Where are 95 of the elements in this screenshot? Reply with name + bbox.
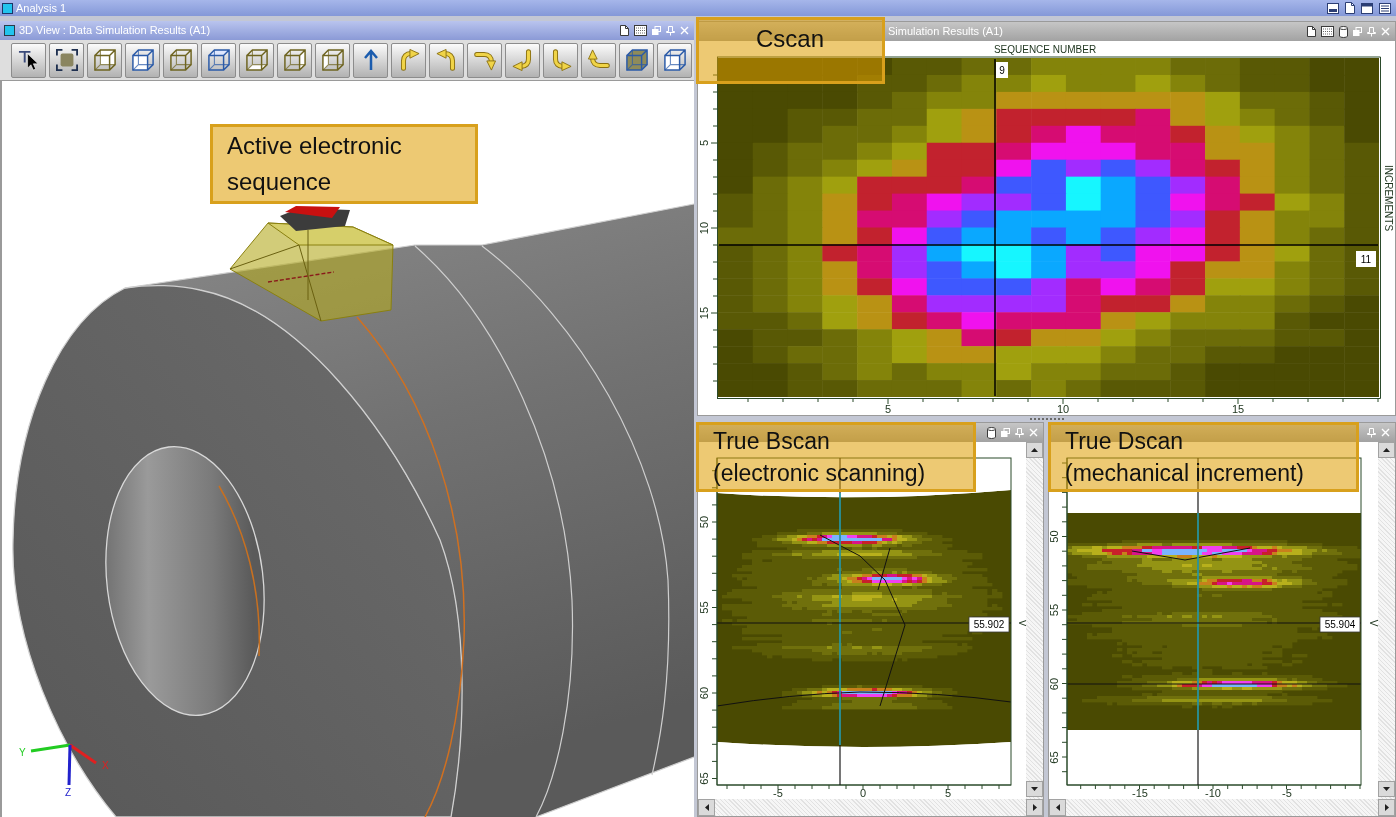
up-arrow-icon bbox=[362, 49, 379, 71]
scroll-down-button[interactable] bbox=[1026, 781, 1043, 797]
database-icon[interactable] bbox=[987, 426, 996, 439]
left-arrow-icon bbox=[704, 804, 709, 811]
annotation-callout: True Bscan (electronic scanning) bbox=[696, 422, 976, 492]
horizontal-scrollbar[interactable] bbox=[698, 799, 1043, 816]
document-icon[interactable] bbox=[620, 25, 629, 36]
cursor-value: 55.904 bbox=[1319, 616, 1361, 633]
cursor-line[interactable] bbox=[1197, 457, 1199, 786]
axis-label: Y bbox=[19, 747, 26, 758]
down-arrow-icon bbox=[1383, 787, 1390, 791]
document-icon[interactable] bbox=[1307, 26, 1316, 37]
cursor-value: 11 bbox=[1356, 251, 1376, 267]
tick-label: 50 bbox=[1049, 530, 1060, 543]
cube-icon bbox=[131, 49, 154, 71]
panel-icon bbox=[4, 25, 15, 36]
keyboard-icon[interactable] bbox=[1321, 26, 1334, 37]
axis-title: V bbox=[1368, 619, 1378, 627]
cube-icon bbox=[207, 49, 230, 71]
tick-label: 65 bbox=[698, 772, 710, 785]
app-title: Analysis 1 bbox=[16, 1, 67, 15]
left-arrow-icon bbox=[1055, 804, 1060, 811]
axis-label: X bbox=[102, 760, 109, 771]
tick-label: 55 bbox=[1049, 603, 1060, 617]
curved-arrow-icon bbox=[511, 49, 534, 71]
right-arrow-icon bbox=[1384, 804, 1389, 811]
keyboard-icon[interactable] bbox=[634, 25, 647, 36]
tick-label: 10 bbox=[698, 221, 710, 235]
tick-label: -15 bbox=[1132, 787, 1148, 799]
curved-arrow-icon bbox=[435, 49, 458, 71]
tick-label: -5 bbox=[773, 787, 783, 799]
tick-label: -5 bbox=[1282, 787, 1292, 799]
cube-icon bbox=[93, 49, 116, 71]
curved-arrow-icon bbox=[587, 49, 610, 71]
scroll-up-button[interactable] bbox=[1026, 442, 1043, 458]
toolbar-button[interactable] bbox=[49, 42, 84, 78]
axis-title: SEQUENCE NUMBER bbox=[993, 44, 1097, 55]
right-arrow-icon bbox=[1032, 804, 1037, 811]
tick-label: 55 bbox=[698, 601, 710, 614]
document-icon[interactable] bbox=[1345, 2, 1355, 14]
scroll-right-button[interactable] bbox=[1378, 799, 1395, 816]
annotation-callout: Active electronic sequence bbox=[210, 124, 478, 204]
app-icon bbox=[2, 2, 13, 14]
cube-icon bbox=[663, 49, 686, 71]
tick-label: 15 bbox=[1231, 403, 1245, 415]
toolbar-button[interactable] bbox=[201, 42, 236, 78]
cube-icon bbox=[321, 49, 344, 71]
tick-label: 50 bbox=[698, 515, 710, 529]
cube-icon bbox=[245, 49, 268, 71]
tick-label: 15 bbox=[698, 306, 710, 320]
tick-label: -10 bbox=[1205, 787, 1221, 799]
panel-title: Simulation Results (A1) bbox=[888, 25, 1003, 38]
tick-label: 60 bbox=[698, 686, 710, 700]
up-arrow-icon bbox=[1383, 448, 1390, 452]
scroll-right-button[interactable] bbox=[1026, 799, 1043, 816]
down-arrow-icon bbox=[1031, 787, 1038, 791]
scroll-left-button[interactable] bbox=[1049, 799, 1066, 816]
tick-label: 5 bbox=[884, 403, 892, 415]
annotation-callout: True Dscan (mechanical increment) bbox=[1048, 422, 1359, 492]
axis-label: Z bbox=[65, 787, 72, 798]
tick-label: 60 bbox=[1049, 677, 1060, 691]
panel-title: 3D View : Data Simulation Results (A1) bbox=[19, 24, 211, 37]
tick-label: 5 bbox=[944, 787, 952, 799]
cursor-value: 55.902 bbox=[968, 616, 1010, 633]
splitter-handle[interactable] bbox=[1029, 418, 1064, 420]
scroll-left-button[interactable] bbox=[698, 799, 715, 816]
cube-icon bbox=[625, 49, 648, 71]
toolbar-button[interactable] bbox=[657, 42, 692, 78]
toolbar-button[interactable] bbox=[619, 42, 654, 78]
toolbar-button[interactable] bbox=[125, 42, 160, 78]
cursor-value: 9 bbox=[996, 62, 1008, 78]
tick-label: 5 bbox=[698, 139, 710, 147]
database-icon[interactable] bbox=[1339, 25, 1348, 38]
tile-window-icon[interactable] bbox=[1327, 2, 1339, 14]
annotation-callout: Cscan bbox=[696, 17, 885, 84]
tick-label: 65 bbox=[1049, 751, 1060, 764]
curved-arrow-icon bbox=[473, 49, 496, 71]
vertical-scrollbar[interactable] bbox=[1026, 442, 1043, 799]
axis-title: INCREMENTS bbox=[1383, 164, 1394, 232]
window-icon[interactable] bbox=[1361, 2, 1373, 14]
toolbar-button[interactable] bbox=[11, 42, 46, 78]
frame-corners-icon bbox=[55, 49, 78, 71]
axis-title: V bbox=[1017, 619, 1026, 627]
tick-label: 10 bbox=[1056, 403, 1070, 415]
scroll-down-button[interactable] bbox=[1378, 781, 1395, 797]
tick-label: 0 bbox=[859, 787, 867, 799]
toolbar-button[interactable] bbox=[353, 42, 388, 78]
horizontal-scrollbar[interactable] bbox=[1049, 799, 1395, 816]
vertical-scrollbar[interactable] bbox=[1378, 442, 1395, 799]
pointer-icon bbox=[17, 49, 40, 71]
cube-icon bbox=[283, 49, 306, 71]
list-icon[interactable] bbox=[1379, 2, 1391, 14]
cube-icon bbox=[169, 49, 192, 71]
up-arrow-icon bbox=[1031, 448, 1038, 452]
scroll-up-button[interactable] bbox=[1378, 442, 1395, 458]
